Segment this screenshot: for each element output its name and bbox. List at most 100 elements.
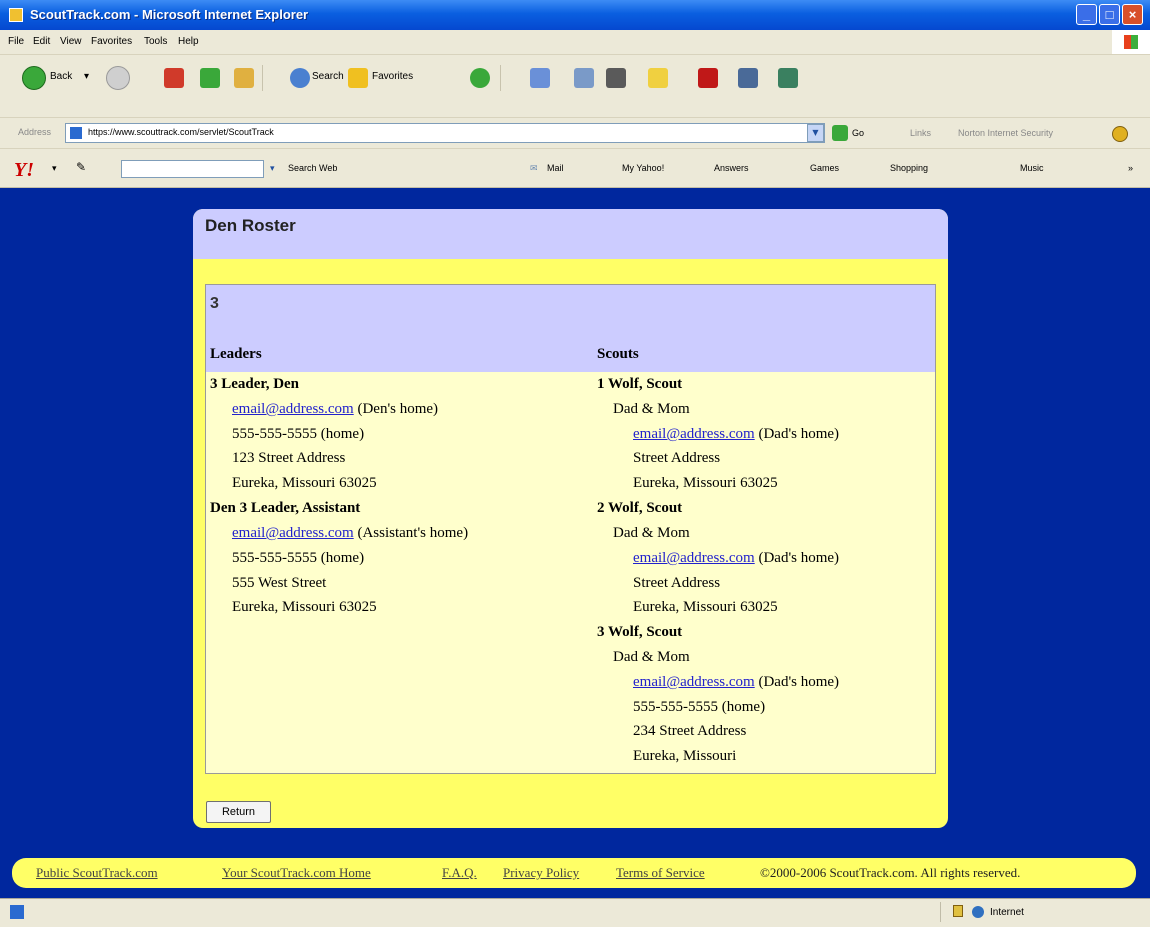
scouts-heading: Scouts [597,346,639,362]
toolbar-overflow-icon[interactable]: » [1128,163,1133,173]
leader-email-link[interactable]: email@address.com [232,401,354,417]
menu-tools[interactable]: Tools [144,36,167,47]
scout-name: 3 Wolf, Scout [597,624,683,640]
yahoo-mail-button[interactable]: Mail [547,163,564,173]
maximize-button[interactable]: □ [1099,4,1120,25]
menu-edit[interactable]: Edit [33,36,50,47]
home-icon[interactable] [234,68,254,88]
print-icon[interactable] [574,68,594,88]
scout-city: Eureka, Missouri 63025 [633,599,778,615]
address-url[interactable]: https://www.scouttrack.com/servlet/Scout… [88,127,274,137]
windows-logo-icon [1112,30,1150,54]
address-dropdown-icon[interactable]: ▼ [807,124,824,142]
window-title: ScoutTrack.com - Microsoft Internet Expl… [30,7,309,22]
security-zone-label: Internet [990,907,1024,918]
standard-toolbar: Back ▾ Search Favorites [0,55,1150,118]
yahoo-icon[interactable] [698,68,718,88]
messenger-icon[interactable] [648,68,668,88]
footer-link-home[interactable]: Your ScoutTrack.com Home [222,865,371,881]
footer-link-public[interactable]: Public ScoutTrack.com [36,865,158,881]
menu-file[interactable]: File [8,36,24,47]
menu-bar: File Edit View Favorites Tools Help [0,30,1150,55]
go-arrow-icon[interactable] [832,125,848,141]
footer-link-terms[interactable]: Terms of Service [616,865,705,881]
den-number: 3 [210,295,219,312]
answers-button[interactable]: Answers [714,163,749,173]
leader-street: 555 West Street [232,575,327,591]
leader-city: Eureka, Missouri 63025 [232,475,377,491]
refresh-icon[interactable] [200,68,220,88]
back-arrow-icon[interactable] [22,66,46,90]
minimize-button[interactable]: _ [1076,4,1097,25]
go-button-label[interactable]: Go [852,128,864,138]
my-yahoo-button[interactable]: My Yahoo! [622,163,664,173]
leader-email-line: email@address.com (Den's home) [232,401,439,417]
back-button-label[interactable]: Back [50,71,72,82]
norton-label[interactable]: Norton Internet Security [958,128,1053,138]
title-bar: ScoutTrack.com - Microsoft Internet Expl… [0,0,1150,30]
scout-email-link[interactable]: email@address.com [633,426,755,442]
mail-envelope-icon[interactable]: ✉ [530,163,538,174]
lock-icon[interactable] [953,905,963,917]
favorites-button-label[interactable]: Favorites [372,71,413,82]
scout-email-link[interactable]: email@address.com [633,674,755,690]
search-web-button[interactable]: Search Web [288,163,337,173]
leader-name: Den 3 Leader, Assistant [210,500,361,516]
leader-city: Eureka, Missouri 63025 [232,599,377,615]
leader-email-line: email@address.com (Assistant's home) [232,525,469,541]
leader-phone-line: 555-555-5555 (home) [232,550,365,566]
ie-app-icon[interactable] [9,8,23,22]
menu-help[interactable]: Help [178,36,199,47]
yahoo-logo-icon[interactable]: Y! [14,159,34,182]
scout-name: 1 Wolf, Scout [597,376,683,392]
yahoo-toolbar: Y! ▾ ✎ ▾ Search Web ✉ Mail My Yahoo! Ans… [0,149,1150,188]
yahoo-menu-dropdown-icon[interactable]: ▾ [52,163,57,174]
footer-copyright: ©2000-2006 ScoutTrack.com. All rights re… [760,865,1021,880]
scout-parents: Dad & Mom [613,401,690,417]
history-icon[interactable] [470,68,490,88]
footer-link-privacy[interactable]: Privacy Policy [503,865,579,881]
scout-street: Street Address [633,575,721,591]
yahoo-search-input[interactable] [121,160,264,178]
address-input[interactable]: https://www.scouttrack.com/servlet/Scout… [65,123,825,143]
roster-header: 3 Leaders Scouts [206,285,935,372]
scout-email-line: email@address.com (Dad's home) [633,426,840,442]
favorites-star-icon[interactable] [348,68,368,88]
norton-icon[interactable] [1112,126,1128,142]
scout-email-line: email@address.com (Dad's home) [633,674,840,690]
pencil-icon[interactable]: ✎ [76,160,86,174]
leader-email-link[interactable]: email@address.com [232,525,354,541]
den-roster-panel: Den Roster 3 Leaders Scouts 3 Leader, De… [193,209,948,828]
messenger-people-icon[interactable] [778,68,798,88]
forward-arrow-icon[interactable] [106,66,130,90]
links-label[interactable]: Links [910,128,931,138]
scout-email-line: email@address.com (Dad's home) [633,550,840,566]
menu-view[interactable]: View [60,36,82,47]
search-button-label[interactable]: Search [312,71,344,82]
return-button[interactable]: Return [206,801,271,823]
edit-icon[interactable] [606,68,626,88]
games-button[interactable]: Games [810,163,839,173]
scout-city: Eureka, Missouri 63025 [633,475,778,491]
mail-icon[interactable] [530,68,550,88]
status-bar: Internet [0,898,1150,927]
page-content: Den Roster 3 Leaders Scouts 3 Leader, De… [0,188,1150,898]
scout-email-link[interactable]: email@address.com [633,550,755,566]
scout-city: Eureka, Missouri [633,748,737,764]
research-icon[interactable] [738,68,758,88]
scout-parents: Dad & Mom [613,525,690,541]
back-dropdown-icon[interactable]: ▾ [84,71,89,82]
shopping-button[interactable]: Shopping [890,163,928,173]
search-icon[interactable] [290,68,310,88]
close-button[interactable]: × [1122,4,1143,25]
search-dropdown-icon[interactable]: ▾ [270,163,275,174]
site-footer: Public ScoutTrack.com Your ScoutTrack.co… [12,858,1136,888]
footer-link-faq[interactable]: F.A.Q. [442,865,477,881]
address-label: Address [18,127,52,137]
music-button[interactable]: Music [1020,163,1044,173]
menu-favorites[interactable]: Favorites [91,36,132,47]
internet-zone-icon [972,906,984,918]
stop-icon[interactable] [164,68,184,88]
scout-street: Street Address [633,450,721,466]
page-title: Den Roster [205,216,296,235]
